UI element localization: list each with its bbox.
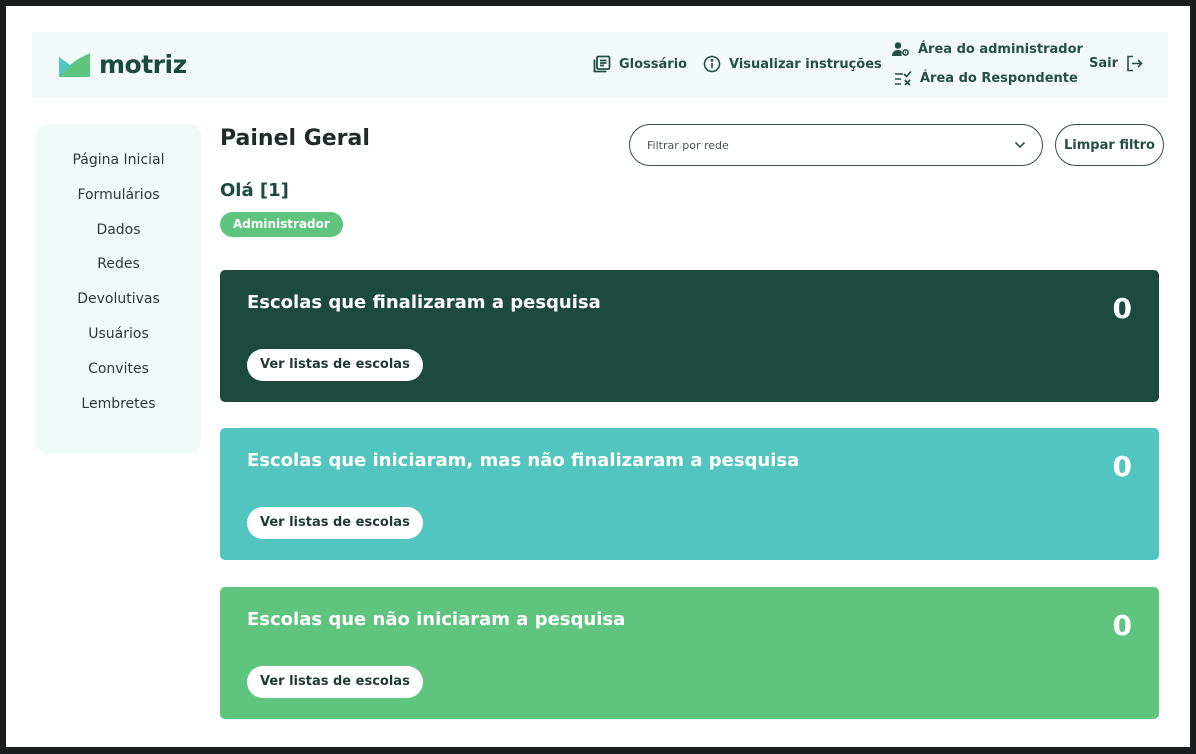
view-schools-button[interactable]: Ver listas de escolas	[247, 507, 423, 539]
sidebar-item-users[interactable]: Usuários	[36, 324, 201, 359]
book-icon	[593, 55, 611, 73]
top-navbar: motriz Glossário Visualizar instruções Á…	[32, 32, 1168, 98]
card-title: Escolas que iniciaram, mas não finalizar…	[247, 450, 800, 471]
greeting: Olá [1]	[220, 180, 289, 201]
admin-area-link[interactable]: Área do administrador	[892, 41, 1083, 57]
card-count: 0	[1112, 292, 1132, 325]
instructions-label: Visualizar instruções	[729, 56, 882, 72]
instructions-link[interactable]: Visualizar instruções	[703, 55, 882, 73]
card-count: 0	[1112, 450, 1132, 483]
respondent-area-label: Área do Respondente	[920, 70, 1078, 86]
sidebar-item-invites[interactable]: Convites	[36, 359, 201, 394]
view-schools-button[interactable]: Ver listas de escolas	[247, 666, 423, 698]
card-title: Escolas que não iniciaram a pesquisa	[247, 609, 626, 630]
logout-label: Sair	[1089, 56, 1119, 71]
glossary-label: Glossário	[619, 56, 688, 72]
network-filter-select[interactable]: Filtrar por rede	[629, 124, 1043, 166]
user-gear-icon	[892, 42, 909, 56]
clear-filter-button[interactable]: Limpar filtro	[1055, 124, 1164, 166]
page-title: Painel Geral	[220, 126, 370, 151]
logout-icon	[1127, 55, 1143, 72]
motriz-logo-icon	[59, 52, 90, 77]
sidebar-item-data[interactable]: Dados	[36, 220, 201, 255]
info-icon	[703, 55, 721, 73]
sidebar: Página Inicial Formulários Dados Redes D…	[36, 124, 201, 454]
card-not-started-schools: Escolas que não iniciaram a pesquisa 0 V…	[220, 587, 1159, 719]
card-count: 0	[1112, 609, 1132, 642]
respondent-area-link[interactable]: Área do Respondente	[894, 70, 1078, 86]
sidebar-item-home[interactable]: Página Inicial	[36, 150, 201, 185]
glossary-link[interactable]: Glossário	[593, 55, 687, 73]
card-started-not-finished-schools: Escolas que iniciaram, mas não finalizar…	[220, 428, 1159, 560]
sidebar-item-feedback[interactable]: Devolutivas	[36, 289, 201, 324]
view-schools-button[interactable]: Ver listas de escolas	[247, 349, 423, 381]
role-badge: Administrador	[220, 212, 343, 237]
checklist-icon	[895, 70, 912, 86]
sidebar-item-forms[interactable]: Formulários	[36, 185, 201, 220]
card-finished-schools: Escolas que finalizaram a pesquisa 0 Ver…	[220, 270, 1159, 402]
card-title: Escolas que finalizaram a pesquisa	[247, 292, 601, 313]
logo[interactable]: motriz	[59, 50, 187, 79]
logout-button[interactable]: Sair	[1089, 55, 1143, 72]
app-window: motriz Glossário Visualizar instruções Á…	[6, 6, 1190, 747]
logo-text: motriz	[99, 50, 187, 79]
network-filter-placeholder: Filtrar por rede	[647, 138, 729, 152]
chevron-down-icon	[1014, 141, 1026, 149]
sidebar-item-networks[interactable]: Redes	[36, 254, 201, 289]
admin-area-label: Área do administrador	[918, 41, 1083, 57]
sidebar-item-reminders[interactable]: Lembretes	[36, 394, 201, 429]
